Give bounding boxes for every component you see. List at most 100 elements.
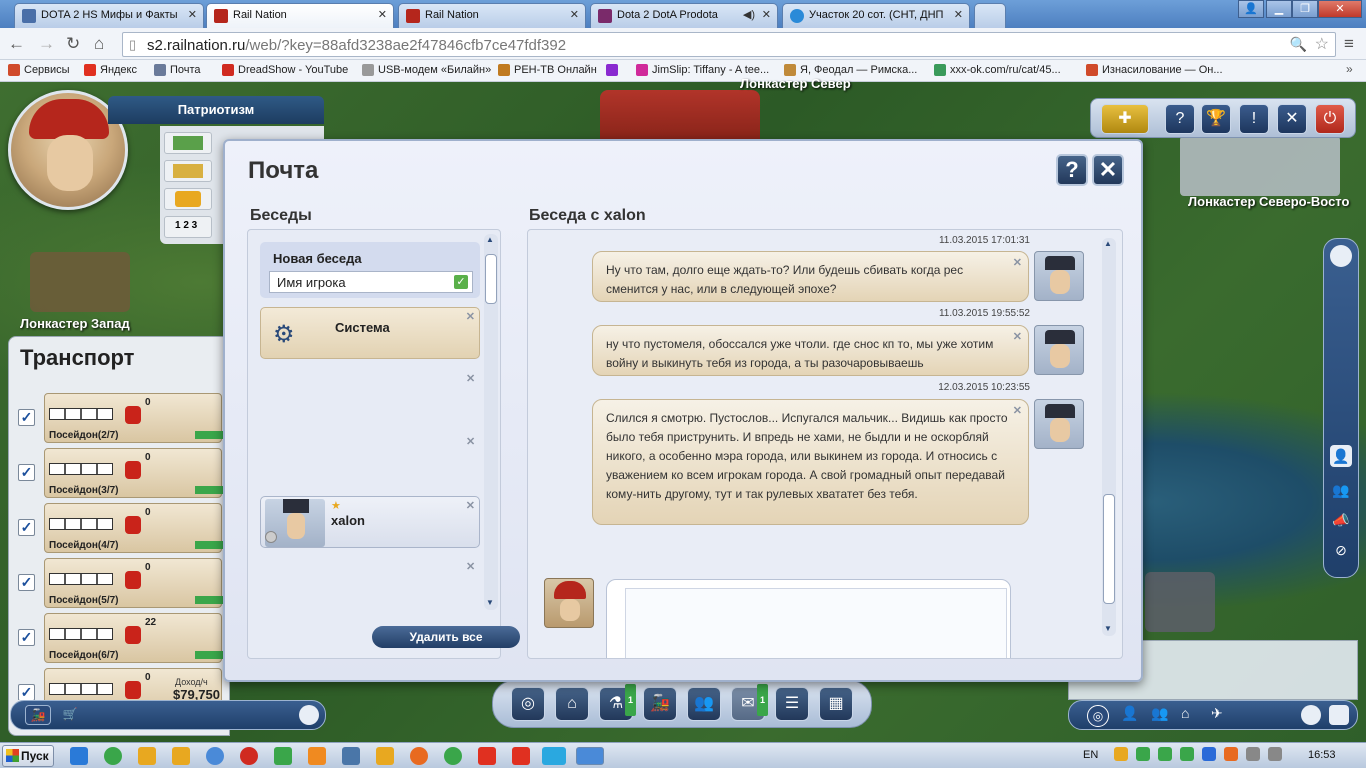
train-row[interactable]: ✓ 0 Доход/ч $79,750 [14,668,222,700]
bookmark[interactable]: Я, Феодал — Римска... [784,64,917,76]
window-close-button[interactable]: ✕ [1318,0,1362,18]
scroll-up-icon[interactable]: ▲ [486,235,494,244]
forward-icon[interactable]: → [38,34,55,54]
opera-icon[interactable] [240,747,258,765]
scroll-up-icon[interactable]: ▲ [1104,239,1112,248]
delete-conversation-icon[interactable]: ✕ [466,372,475,385]
browser-tab[interactable]: DOTA 2 HS Мифы и Факты ✕ [14,3,204,28]
chrome-active-icon[interactable] [576,747,604,765]
train-card[interactable]: 0 Доход/ч $79,750 [44,668,222,700]
bookmark[interactable]: DreadShow - YouTube [222,64,348,76]
vk-icon[interactable] [342,747,360,765]
confirm-icon[interactable]: ✓ [454,275,468,289]
train-card[interactable]: 0 Посейдон(5/7) [44,558,223,608]
prestige-icon[interactable] [164,188,212,210]
city-label[interactable]: Лонкастер Северо-Восто [1188,194,1349,209]
language-indicator[interactable]: EN [1083,749,1098,761]
train-card[interactable]: 22 Посейдон(6/7) [44,613,223,663]
user-avatar[interactable] [1034,251,1084,301]
browser-tab[interactable]: Dota 2 DotA Prodota ◀) ✕ [590,3,778,28]
train-checkbox[interactable]: ✓ [18,519,35,536]
bookmark[interactable]: xxx-ok.com/ru/cat/45... [934,64,1061,76]
delete-conversation-icon[interactable]: ✕ [466,310,475,323]
train-tab-icon[interactable]: 🚂 [25,705,51,725]
bookmark[interactable]: USB-модем «Билайн» [362,64,491,76]
user-icon[interactable]: 👤 [1121,705,1138,722]
calculator-icon[interactable]: ▦ [819,687,853,721]
globe-icon[interactable]: ◎ [1087,705,1109,727]
conversation-item-xalon[interactable]: ★ xalon ✕ [260,496,480,548]
tray-icon[interactable] [1136,747,1150,761]
folder-icon[interactable] [376,747,394,765]
user-avatar[interactable] [1034,399,1084,449]
conversation-item-system[interactable]: ⚙ Система ✕ [260,307,480,359]
list-icon[interactable]: ☰ [775,687,809,721]
ranking-icon[interactable]: 1 2 3 [164,216,212,238]
train-row[interactable]: ✓ 0 Посейдон(2/7) [14,393,223,443]
menu-icon[interactable]: ≡ [1344,34,1354,54]
group-icon[interactable]: 👥 [1151,705,1168,722]
scroll-down-icon[interactable]: ▼ [1104,624,1112,633]
delete-message-icon[interactable]: ✕ [1013,402,1022,421]
tray-icon[interactable] [1180,747,1194,761]
start-button[interactable]: Пуск [2,745,54,767]
gold-icon[interactable] [164,160,212,182]
city-label[interactable]: Лонкастер Север [740,76,851,91]
minimize-panel-button[interactable] [299,705,319,725]
browser-tab[interactable]: Участок 20 сот. (СНТ, ДНП ✕ [782,3,970,28]
chevron-down-icon[interactable]: » [1346,62,1353,76]
globe-icon[interactable]: ◎ [511,687,545,721]
locomotive-icon[interactable]: 🚂 [643,687,677,721]
delete-message-icon[interactable]: ✕ [1013,254,1022,273]
tray-icon[interactable] [1224,747,1238,761]
blocked-icon[interactable]: ⊘ [1330,539,1352,561]
corporation-icon[interactable]: ⌂ [1181,705,1189,721]
user-icon[interactable]: 👤 [1238,0,1264,18]
power-icon[interactable]: ⏻ [1315,104,1345,134]
close-icon[interactable]: ✕ [378,8,387,21]
train-card[interactable]: 0 Посейдон(2/7) [44,393,223,443]
reload-icon[interactable]: ↻ [66,34,80,54]
train-checkbox[interactable]: ✓ [18,629,35,646]
folder-icon[interactable] [138,747,156,765]
cart-icon[interactable]: 🛒 [57,705,83,725]
app-icon[interactable] [274,747,292,765]
bookmark[interactable]: Почта [154,64,201,76]
trophy-icon[interactable]: 🏆 [1201,104,1231,134]
yandex-icon[interactable] [478,747,496,765]
user-avatar[interactable] [1034,325,1084,375]
back-icon[interactable]: ← [8,34,25,54]
city-label[interactable]: Лонкастер Запад [20,316,130,331]
scroll-thumb[interactable] [485,254,497,304]
maximize-chat-button[interactable] [1329,705,1349,725]
scroll-down-icon[interactable]: ▼ [486,598,494,607]
delete-all-button[interactable]: Удалить все [372,626,520,648]
money-icon[interactable] [164,132,212,154]
browser-tab[interactable]: Rail Nation ✕ [398,3,586,28]
bookmark[interactable]: JimSlip: Tiffany - A tee... [636,64,769,76]
delete-conversation-icon[interactable]: ✕ [466,560,475,573]
train-checkbox[interactable]: ✓ [18,684,35,700]
ie-icon[interactable] [70,747,88,765]
megaphone-icon[interactable]: 📣 [1330,509,1352,531]
address-bar[interactable]: ▯ s2.railnation.ru/web/?key=88afd3238ae2… [122,32,1336,57]
close-icon[interactable]: ✕ [570,8,579,21]
close-icon[interactable]: ✕ [762,8,771,21]
bookmark[interactable]: РЕН-ТВ Онлайн [498,64,597,76]
tray-icon[interactable] [1114,747,1128,761]
minimize-chat-button[interactable] [1301,705,1321,725]
media-icon[interactable] [172,747,190,765]
messages-icon[interactable]: ✈ [1211,705,1223,722]
user-icon[interactable]: 👤 [1330,445,1352,467]
tray-icon[interactable] [1158,747,1172,761]
home-icon[interactable]: ⌂ [94,34,104,54]
train-checkbox[interactable]: ✓ [18,464,35,481]
message-input[interactable] [625,588,1007,658]
support-icon[interactable]: ? [1165,104,1195,134]
search-icon[interactable]: 🔍 [1290,36,1307,53]
settings-icon[interactable]: ✕ [1277,104,1307,134]
collapse-button[interactable] [1330,245,1352,267]
delete-conversation-icon[interactable]: ✕ [466,435,475,448]
close-button[interactable]: ✕ [1092,154,1124,186]
help-button[interactable]: ? [1056,154,1088,186]
